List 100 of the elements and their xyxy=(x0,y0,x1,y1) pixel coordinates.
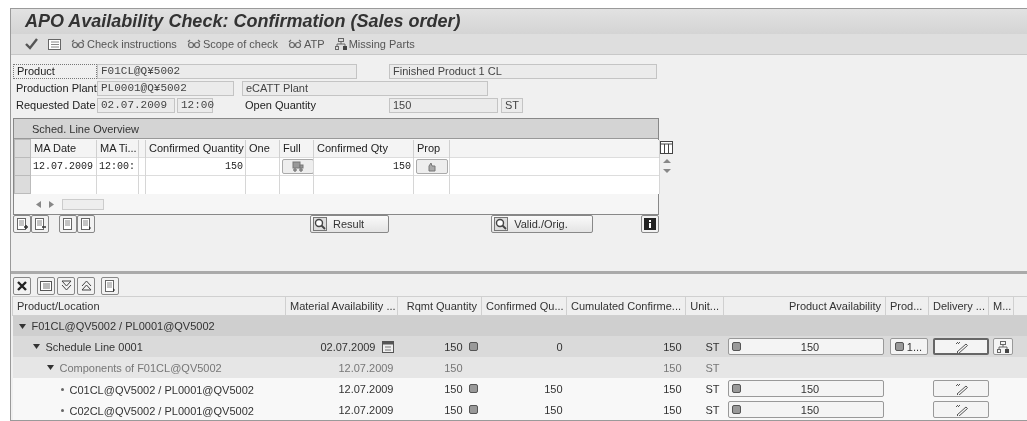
magnifier-icon xyxy=(313,217,327,232)
glasses-icon xyxy=(71,39,85,50)
proposal-button[interactable] xyxy=(416,159,448,175)
expand-button[interactable] xyxy=(57,276,75,295)
expand-icon xyxy=(60,280,72,292)
table-cell: 150 xyxy=(313,157,414,176)
column-header[interactable]: MA Ti... xyxy=(96,139,139,158)
panel-title: Sched. Line Overview xyxy=(32,122,139,135)
column-header[interactable]: M... xyxy=(988,296,1014,315)
field-label: Open Quantity xyxy=(244,99,317,112)
scroll-down-icon[interactable] xyxy=(662,168,671,175)
column-header[interactable]: MA Date xyxy=(30,139,97,158)
details-button[interactable] xyxy=(37,276,55,295)
table-cell: 12:00: xyxy=(96,157,139,176)
expanded-arrow-icon[interactable] xyxy=(18,322,26,330)
close-icon xyxy=(17,280,27,291)
add-document-icon xyxy=(16,218,28,231)
status-light-icon xyxy=(468,342,478,351)
delivery-button[interactable] xyxy=(932,338,989,355)
table-cell: ST xyxy=(685,336,724,357)
result-button[interactable]: Result xyxy=(310,215,390,234)
expanded-arrow-icon[interactable] xyxy=(46,364,54,372)
truck-icon xyxy=(292,161,304,173)
scroll-right-icon[interactable] xyxy=(49,200,54,208)
select-all-cell[interactable] xyxy=(14,139,31,158)
scroll-left-icon[interactable] xyxy=(36,200,41,208)
tree-node[interactable]: C02CL@QV5002 / PL0001@QV5002 xyxy=(12,399,286,420)
table-cell: 150 xyxy=(145,157,246,176)
scroll-up-icon[interactable] xyxy=(662,158,671,165)
date-text: 02.07.2009 xyxy=(320,340,394,353)
column-header[interactable]: One xyxy=(245,139,280,158)
delivery-button[interactable] xyxy=(932,380,989,397)
availability-button[interactable]: 150 xyxy=(727,338,884,355)
availability-button[interactable]: 150 xyxy=(727,401,884,418)
quantity-text: 150 xyxy=(444,403,478,416)
toolbar-button[interactable]: ATP xyxy=(288,38,325,51)
column-header[interactable]: Confirmed Qu... xyxy=(481,296,567,315)
plant-field[interactable]: PL0001@Q¥5002 xyxy=(97,80,234,96)
bullet-icon xyxy=(60,388,64,392)
info-icon xyxy=(644,218,656,231)
product-description-field: Finished Product 1 CL xyxy=(389,63,657,79)
column-header[interactable]: Confirmed Qty xyxy=(313,139,414,158)
plant-description-field: eCATT Plant xyxy=(242,80,488,96)
remove-document-icon xyxy=(34,218,46,231)
table-cell: 150 xyxy=(566,378,686,399)
column-header[interactable]: Full xyxy=(279,139,314,158)
document-icon xyxy=(62,218,74,231)
column-header[interactable]: Rqmt Quantity xyxy=(397,296,482,315)
date-text: 12.07.2009 xyxy=(338,361,394,374)
availability-button[interactable]: 150 xyxy=(727,380,884,397)
hand-icon xyxy=(427,161,437,172)
checkmark-icon xyxy=(25,38,38,51)
document-button[interactable] xyxy=(101,276,119,295)
scroll-thumb[interactable] xyxy=(62,198,104,210)
tree-node[interactable]: Schedule Line 0001 xyxy=(12,336,286,357)
delivery-button[interactable] xyxy=(932,401,989,418)
calendar-icon[interactable] xyxy=(381,340,394,353)
column-header[interactable]: Product/Location xyxy=(12,296,286,315)
bullet-icon xyxy=(60,409,64,413)
glasses-icon xyxy=(288,39,303,50)
magnifier-icon xyxy=(494,217,509,232)
info-button[interactable] xyxy=(641,215,659,234)
document-button[interactable] xyxy=(59,215,77,234)
column-header[interactable]: Prop xyxy=(413,139,450,158)
window-title: APO Availability Check: Confirmation (Sales order) xyxy=(25,11,461,33)
time-field[interactable]: 12:00 xyxy=(177,97,213,113)
document-button[interactable] xyxy=(77,215,95,234)
status-light-icon xyxy=(731,342,741,351)
details-button[interactable] xyxy=(48,38,61,50)
valid-orig-button[interactable]: Valid./Orig. xyxy=(491,215,593,234)
date-text: 12.07.2009 xyxy=(338,403,394,416)
missing-parts-button[interactable] xyxy=(992,338,1013,355)
column-header[interactable]: Product Availability xyxy=(723,296,886,315)
toolbar-button[interactable]: Scope of check xyxy=(186,38,279,51)
product-field[interactable]: F01CL@Q¥5002 xyxy=(97,63,357,79)
column-header[interactable]: Delivery ... xyxy=(928,296,989,315)
collapse-button[interactable] xyxy=(77,276,95,295)
close-button[interactable] xyxy=(13,276,31,295)
table-cell: 0 xyxy=(481,336,567,357)
column-header[interactable]: Cumulated Confirme... xyxy=(566,296,686,315)
column-header[interactable]: Unit... xyxy=(685,296,724,315)
column-settings-icon[interactable] xyxy=(660,141,673,155)
list-icon xyxy=(40,280,52,291)
glasses-icon xyxy=(186,39,201,50)
toolbar-button[interactable]: Check instructions xyxy=(71,38,177,51)
tree-node[interactable]: C01CL@QV5002 / PL0001@QV5002 xyxy=(12,378,286,399)
column-header[interactable]: Confirmed Quantity xyxy=(145,139,246,158)
tree-node[interactable]: Components of F01CL@QV5002 xyxy=(12,357,286,378)
expanded-arrow-icon[interactable] xyxy=(32,343,40,351)
add-row-button[interactable] xyxy=(13,215,31,234)
delete-row-button[interactable] xyxy=(31,215,49,234)
product-button[interactable]: 1... xyxy=(889,338,928,355)
status-light-icon xyxy=(468,384,478,393)
column-header[interactable]: Prod... xyxy=(885,296,929,315)
toolbar-button[interactable]: Missing Parts xyxy=(334,38,415,51)
full-delivery-button[interactable] xyxy=(282,159,314,175)
column-header[interactable]: Material Availability ... xyxy=(285,296,398,315)
confirm-button[interactable] xyxy=(25,38,38,51)
table-cell: 150 xyxy=(566,399,686,420)
date-field[interactable]: 02.07.2009 xyxy=(97,97,175,113)
